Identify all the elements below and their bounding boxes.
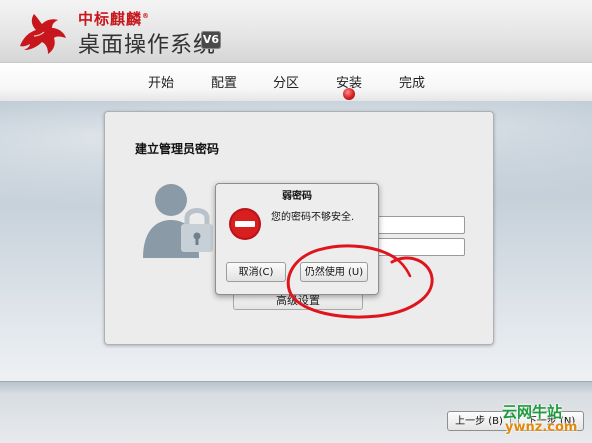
watermark-title: 云网牛站 — [502, 403, 563, 421]
watermark-url: ywnz.com — [505, 420, 578, 435]
kylin-logo-icon — [20, 14, 66, 54]
weak-password-dialog: 弱密码 您的密码不够安全. 取消(C) 仍然使用 (U) — [215, 183, 379, 295]
panel-title: 建立管理员密码 — [135, 142, 220, 156]
step-finish: 完成 — [399, 76, 426, 91]
step-config: 配置 — [211, 76, 238, 91]
app-header: 中标麒麟® 桌面操作系统 V6 — [0, 0, 592, 62]
dialog-title: 弱密码 — [282, 191, 312, 202]
confirm-password-field[interactable] — [367, 238, 465, 256]
cancel-button[interactable]: 取消(C) — [226, 262, 286, 282]
version-badge: V6 — [201, 31, 221, 49]
user-lock-icon — [143, 184, 213, 258]
brand-name: 中标麒麟® — [78, 10, 151, 28]
error-stop-icon — [229, 208, 261, 240]
install-step-bar: 开始 配置 分区 安装 完成 — [0, 62, 592, 102]
current-step-indicator — [343, 88, 355, 100]
use-anyway-button[interactable]: 仍然使用 (U) — [300, 262, 368, 282]
product-name: 桌面操作系统 — [78, 33, 217, 58]
password-field[interactable] — [367, 216, 465, 234]
step-start: 开始 — [148, 76, 175, 91]
dialog-message: 您的密码不够安全. — [271, 212, 355, 223]
step-partition: 分区 — [273, 76, 300, 91]
